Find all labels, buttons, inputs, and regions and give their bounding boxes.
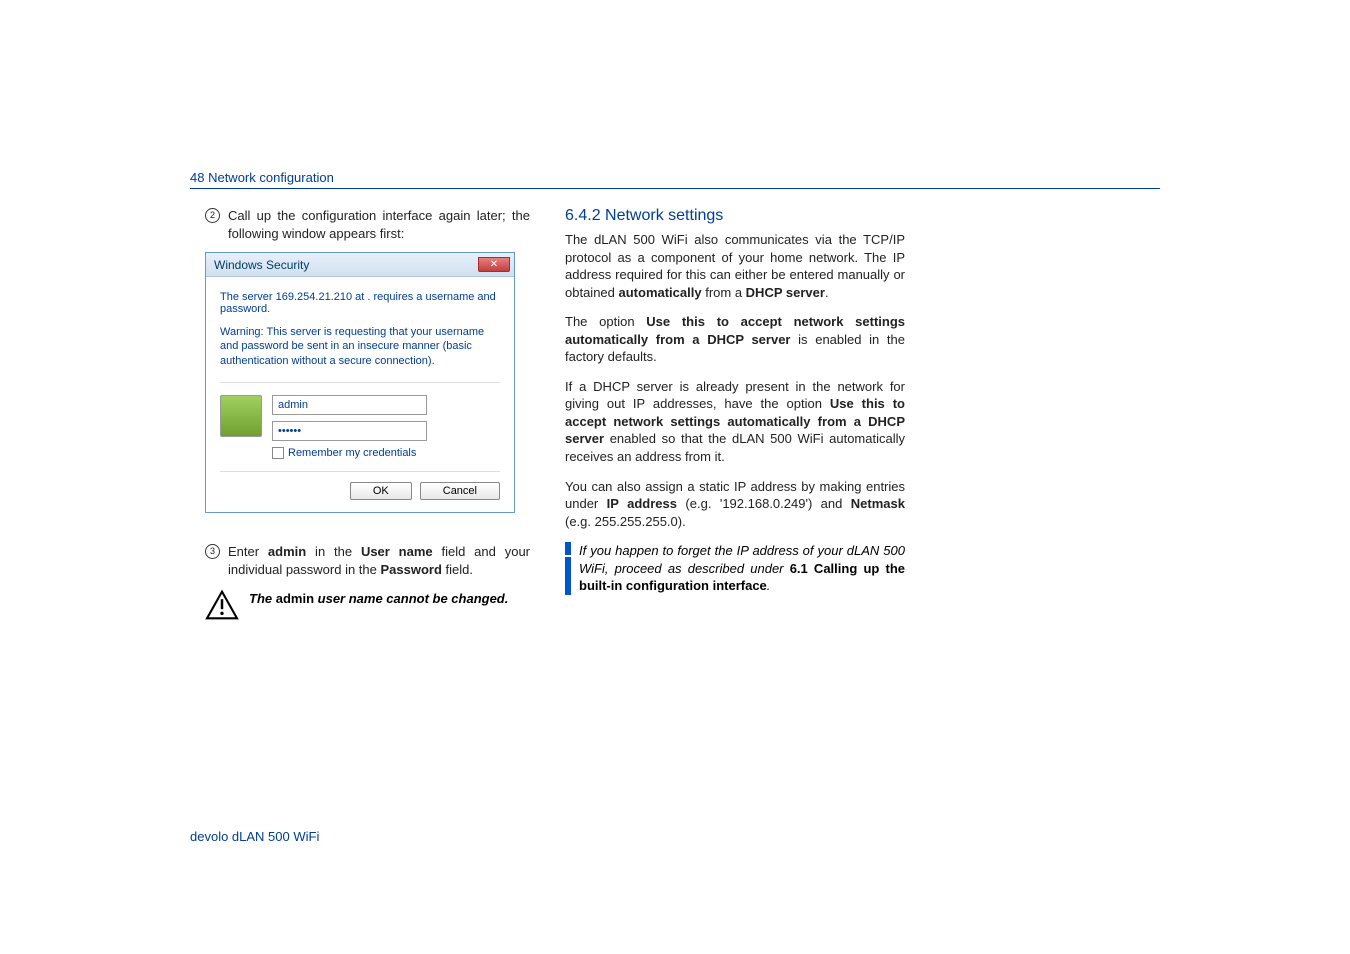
remember-row[interactable]: Remember my credentials — [272, 447, 500, 459]
paragraph-4: You can also assign a static IP address … — [565, 478, 905, 531]
admin-warning-text: The admin user name cannot be changed. — [249, 590, 508, 608]
dialog-title: Windows Security — [214, 258, 309, 272]
paragraph-1: The dLAN 500 WiFi also communicates via … — [565, 231, 905, 301]
section-heading: 6.4.2 Network settings — [565, 207, 905, 225]
circle-number-2-icon: 2 — [205, 208, 220, 223]
info-note: If you happen to forget the IP address o… — [565, 542, 905, 595]
paragraph-3: If a DHCP server is already present in t… — [565, 378, 905, 466]
close-icon[interactable]: ✕ — [478, 257, 510, 272]
password-input[interactable]: •••••• — [272, 421, 427, 441]
admin-warning-note: The admin user name cannot be changed. — [205, 590, 530, 620]
server-text: The server 169.254.21.210 at . requires … — [220, 291, 500, 315]
page-header: 48 Network configuration — [190, 170, 1160, 189]
warning-triangle-icon — [205, 590, 239, 620]
warning-text: Warning: This server is requesting that … — [220, 325, 500, 368]
circle-number-3-icon: 3 — [205, 544, 220, 559]
dialog-buttons: OK Cancel — [220, 471, 500, 500]
step-2: 2 Call up the configuration interface ag… — [205, 207, 530, 242]
info-note-text: If you happen to forget the IP address o… — [579, 542, 905, 595]
content-area: 2 Call up the configuration interface ag… — [190, 207, 1160, 620]
cancel-button[interactable]: Cancel — [420, 482, 500, 500]
info-bar-icon — [565, 542, 571, 595]
footer-text: devolo dLAN 500 WiFi — [190, 829, 319, 844]
dialog-titlebar: Windows Security ✕ — [206, 253, 514, 277]
divider — [220, 382, 500, 383]
credential-fields: admin •••••• Remember my credentials — [272, 395, 500, 459]
right-column: 6.4.2 Network settings The dLAN 500 WiFi… — [565, 207, 905, 620]
security-dialog: Windows Security ✕ The server 169.254.21… — [205, 252, 515, 513]
step-3-text: Enter admin in the User name field and y… — [228, 543, 530, 578]
left-column: 2 Call up the configuration interface ag… — [190, 207, 530, 620]
credential-row: admin •••••• Remember my credentials — [220, 395, 500, 459]
username-input[interactable]: admin — [272, 395, 427, 415]
ok-button[interactable]: OK — [350, 482, 412, 500]
dialog-body: The server 169.254.21.210 at . requires … — [206, 277, 514, 512]
avatar-icon — [220, 395, 262, 437]
step-2-text: Call up the configuration interface agai… — [228, 207, 530, 242]
step-3: 3 Enter admin in the User name field and… — [205, 543, 530, 578]
remember-checkbox[interactable] — [272, 447, 284, 459]
remember-label: Remember my credentials — [288, 447, 416, 459]
paragraph-2: The option Use this to accept network se… — [565, 313, 905, 366]
